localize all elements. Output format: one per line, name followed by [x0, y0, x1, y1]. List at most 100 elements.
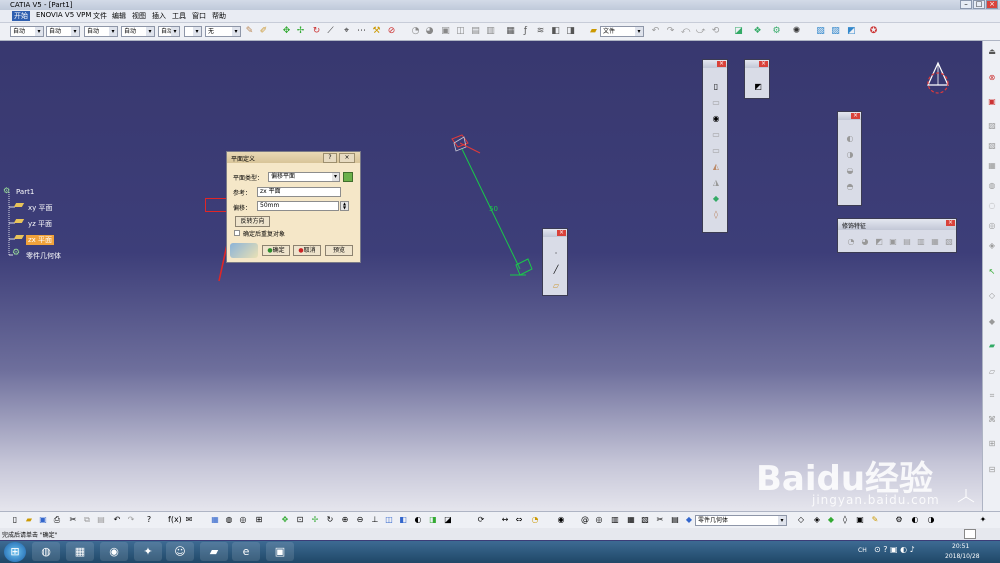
fillet-icon[interactable]: ◔ [410, 26, 421, 37]
tool10-icon[interactable]: ▰ [987, 341, 997, 351]
law-icon[interactable]: ≋ [535, 26, 546, 37]
taskbar-app-8[interactable]: ▣ [266, 542, 294, 561]
hide-show-icon[interactable]: ◐ [413, 515, 423, 525]
palette-close-button[interactable]: × [946, 220, 955, 226]
help-button[interactable]: ? [323, 153, 337, 163]
tool-b7-icon[interactable]: ✂ [655, 515, 665, 525]
thick-surface-icon[interactable]: ◑ [845, 150, 855, 160]
chamfer-icon[interactable]: ◕ [424, 26, 435, 37]
render-icon[interactable]: ◪ [443, 515, 453, 525]
whats-this-icon[interactable]: ✪ [868, 26, 879, 37]
fly-icon[interactable]: ✥ [280, 515, 290, 525]
table-icon[interactable]: ▦ [210, 515, 220, 525]
ok-button[interactable]: ●确定 [262, 245, 290, 256]
fit-all-icon[interactable]: ⊡ [295, 515, 305, 525]
shaft-icon[interactable]: ◉ [711, 114, 721, 124]
file-combo[interactable]: 文件 ▾ [600, 26, 644, 37]
menu-enovia[interactable]: ENOVIA V5 VPM [34, 11, 93, 19]
formula-icon[interactable]: ƒ [520, 26, 531, 37]
menu-window[interactable]: 窗口 [190, 11, 208, 21]
start-button[interactable]: ⊞ [4, 542, 26, 562]
tool2-icon[interactable]: ▧ [987, 141, 997, 151]
status-input-icon[interactable] [964, 529, 976, 539]
tree-item-yz-plane[interactable]: yz 平面 [28, 219, 52, 229]
tool-b3-icon[interactable]: ⊞ [254, 515, 264, 525]
tool-b6-icon[interactable]: ▧ [640, 515, 650, 525]
linetype-combo[interactable]: 自动 ▾ [121, 26, 155, 37]
3d-viewport[interactable]: ⚙ Part1 xy 平面 yz 平面 zx 平面 ⚙ 零件几何体 50 Bai… [0, 41, 982, 511]
repeat-checkbox[interactable] [234, 230, 240, 236]
undo-list-icon[interactable]: ⤺ [680, 26, 691, 37]
slot-icon[interactable]: ◮ [711, 178, 721, 188]
shell-icon[interactable]: ▣ [440, 26, 451, 37]
offset-field[interactable]: 50mm [257, 201, 339, 211]
brush-icon[interactable]: ✎ [244, 26, 255, 37]
transparency-combo[interactable]: 自动 ▾ [46, 26, 80, 37]
tool15-icon[interactable]: ⊟ [987, 465, 997, 475]
tree-root[interactable]: Part1 [16, 188, 34, 196]
assembly-icon[interactable]: ⚙ [771, 26, 782, 37]
clock-date[interactable]: 2018/10/28 [945, 553, 980, 560]
body-icon[interactable]: ◆ [684, 515, 694, 525]
plane-type-select[interactable]: 偏移平面 ▾ [268, 172, 340, 182]
swap-space-icon[interactable]: ◨ [428, 515, 438, 525]
tool14-icon[interactable]: ⊞ [987, 439, 997, 449]
remove-face-icon[interactable]: ▦ [930, 237, 940, 247]
tool-b10-icon[interactable]: ◈ [812, 515, 822, 525]
tool-b17-icon[interactable]: ◑ [926, 515, 936, 525]
comment-icon[interactable]: ✉ [184, 515, 194, 525]
new-icon[interactable]: ▯ [10, 515, 20, 525]
palette-close-button[interactable]: × [759, 61, 768, 67]
cancel-button[interactable]: ●取消 [293, 245, 321, 256]
layer-icon-combo[interactable]: ▾ [184, 26, 202, 37]
reverse-direction-button[interactable]: 反转方向 [235, 216, 270, 227]
open-icon[interactable]: ▰ [24, 515, 34, 525]
tool3-icon[interactable]: ▦ [987, 161, 997, 171]
shading-icon[interactable]: ◧ [398, 515, 408, 525]
tool5-icon[interactable]: ◌ [987, 201, 997, 211]
offset-dimension-label[interactable]: 50 [489, 205, 498, 213]
tray-icons[interactable]: ⊙ ? ▣ ◐ ♪ [874, 545, 915, 554]
sew-surface-icon[interactable]: ◓ [845, 182, 855, 192]
select-icon[interactable]: ↖ [987, 267, 997, 277]
move-icon[interactable]: ✢ [295, 26, 306, 37]
repeat-icon[interactable]: ⟲ [710, 26, 721, 37]
plane-type-lock-icon[interactable] [343, 172, 353, 182]
paste-icon[interactable]: ▤ [96, 515, 106, 525]
copy-icon[interactable]: ⧉ [82, 515, 92, 525]
tree-item-zx-plane[interactable]: zx 平面 [26, 235, 55, 245]
thickness-icon[interactable]: ▤ [902, 237, 912, 247]
taskbar-app-5[interactable]: ☺ [166, 542, 194, 561]
rotate-icon[interactable]: ↻ [311, 26, 322, 37]
rib-icon[interactable]: ◭ [711, 162, 721, 172]
cut-icon[interactable]: ✂ [68, 515, 78, 525]
split-icon[interactable]: ◐ [845, 134, 855, 144]
tool-b13-icon[interactable]: ▣ [855, 515, 865, 525]
tool11-icon[interactable]: ▱ [987, 367, 997, 377]
preview-button[interactable]: 预览 [325, 245, 353, 256]
tool6-icon[interactable]: ◎ [987, 221, 997, 231]
tool4-icon[interactable]: ◍ [987, 181, 997, 191]
component-icon[interactable]: ◩ [846, 26, 857, 37]
tool1-icon[interactable]: ▨ [987, 121, 997, 131]
rotate-icon[interactable]: ↻ [325, 515, 335, 525]
body-combo[interactable]: 零件几何体 ▾ [695, 515, 787, 526]
reference-field[interactable]: zx 平面 [257, 187, 341, 197]
analysis-icon[interactable]: ⊘ [386, 26, 397, 37]
undo-icon[interactable]: ↶ [112, 515, 122, 525]
palette-close-button[interactable]: × [851, 113, 860, 119]
rule-icon[interactable]: ◨ [565, 26, 576, 37]
tool-b11-icon[interactable]: ◆ [826, 515, 836, 525]
measure-icon[interactable]: ↔ [500, 515, 510, 525]
catalog-icon[interactable]: ▧ [815, 26, 826, 37]
run-icon[interactable]: ✺ [791, 26, 802, 37]
sketch-icon[interactable]: ◩ [753, 82, 763, 92]
cat-icon[interactable]: ✦ [978, 515, 988, 525]
palette-close-button[interactable]: × [717, 61, 726, 67]
point-icon[interactable]: · [551, 249, 561, 259]
tool7-icon[interactable]: ◈ [987, 241, 997, 251]
layer-combo[interactable]: 无 ▾ [205, 26, 241, 37]
formula-icon[interactable]: f(x) [168, 515, 182, 525]
table-icon[interactable]: ▦ [505, 26, 516, 37]
helix-icon[interactable]: ◎ [594, 515, 604, 525]
